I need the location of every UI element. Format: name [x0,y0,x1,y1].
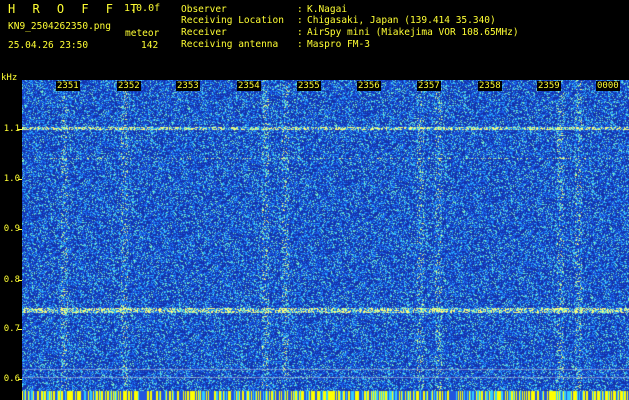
observer-label: Observer [181,4,227,15]
location-sep: : [297,15,303,26]
timestamp-label: 25.04.26 23:50 [8,40,89,51]
app-title: H R O F F T [8,2,143,16]
time-tick-label: 2352 [117,81,141,91]
frequency-tick-label: 0.7 [3,324,20,334]
frequency-unit-label: kHz [1,73,18,83]
observer-sep: : [297,4,303,15]
time-tick-label: 2357 [417,81,441,91]
time-tick-label: 2358 [478,81,502,91]
receiver-label: Receiver [181,27,227,38]
version-label: 1.0.0f [124,3,161,14]
meteor-label: meteor [125,28,160,39]
meteor-count: 142 [141,40,159,51]
time-tick-label: 0000 [596,81,620,91]
time-tick-label: 2355 [297,81,321,91]
time-tick-label: 2354 [237,81,261,91]
frequency-tick-label: 1.1 [3,124,20,134]
location-value: Chigasaki, Japan (139.414 35.340) [307,15,496,26]
frequency-tick-label: 0.8 [3,275,20,285]
antenna-label: Receiving antenna [181,39,279,50]
spectrogram-canvas[interactable] [22,80,629,400]
time-tick-label: 2351 [56,81,80,91]
time-tick-label: 2359 [537,81,561,91]
location-label: Receiving Location [181,15,284,26]
receiver-sep: : [297,27,303,38]
antenna-sep: : [297,39,303,50]
observer-value: K.Nagai [307,4,348,15]
time-tick-label: 2356 [357,81,381,91]
time-tick-label: 2353 [176,81,200,91]
filename-label: KN9_2504262350.png [8,21,111,32]
frequency-axis: 1.1 1.0 0.9 0.8 0.7 0.6 [0,72,22,400]
frequency-tick-label: 0.9 [3,224,20,234]
header-panel: H R O F F T 1.0.0f KN9_2504262350.png 25… [0,0,629,72]
antenna-value: Maspro FM-3 [307,39,370,50]
receiver-value: AirSpy mini (Miakejima VOR 108.65MHz) [307,27,519,38]
frequency-tick-label: 1.0 [3,174,20,184]
frequency-tick-label: 0.6 [3,374,20,384]
